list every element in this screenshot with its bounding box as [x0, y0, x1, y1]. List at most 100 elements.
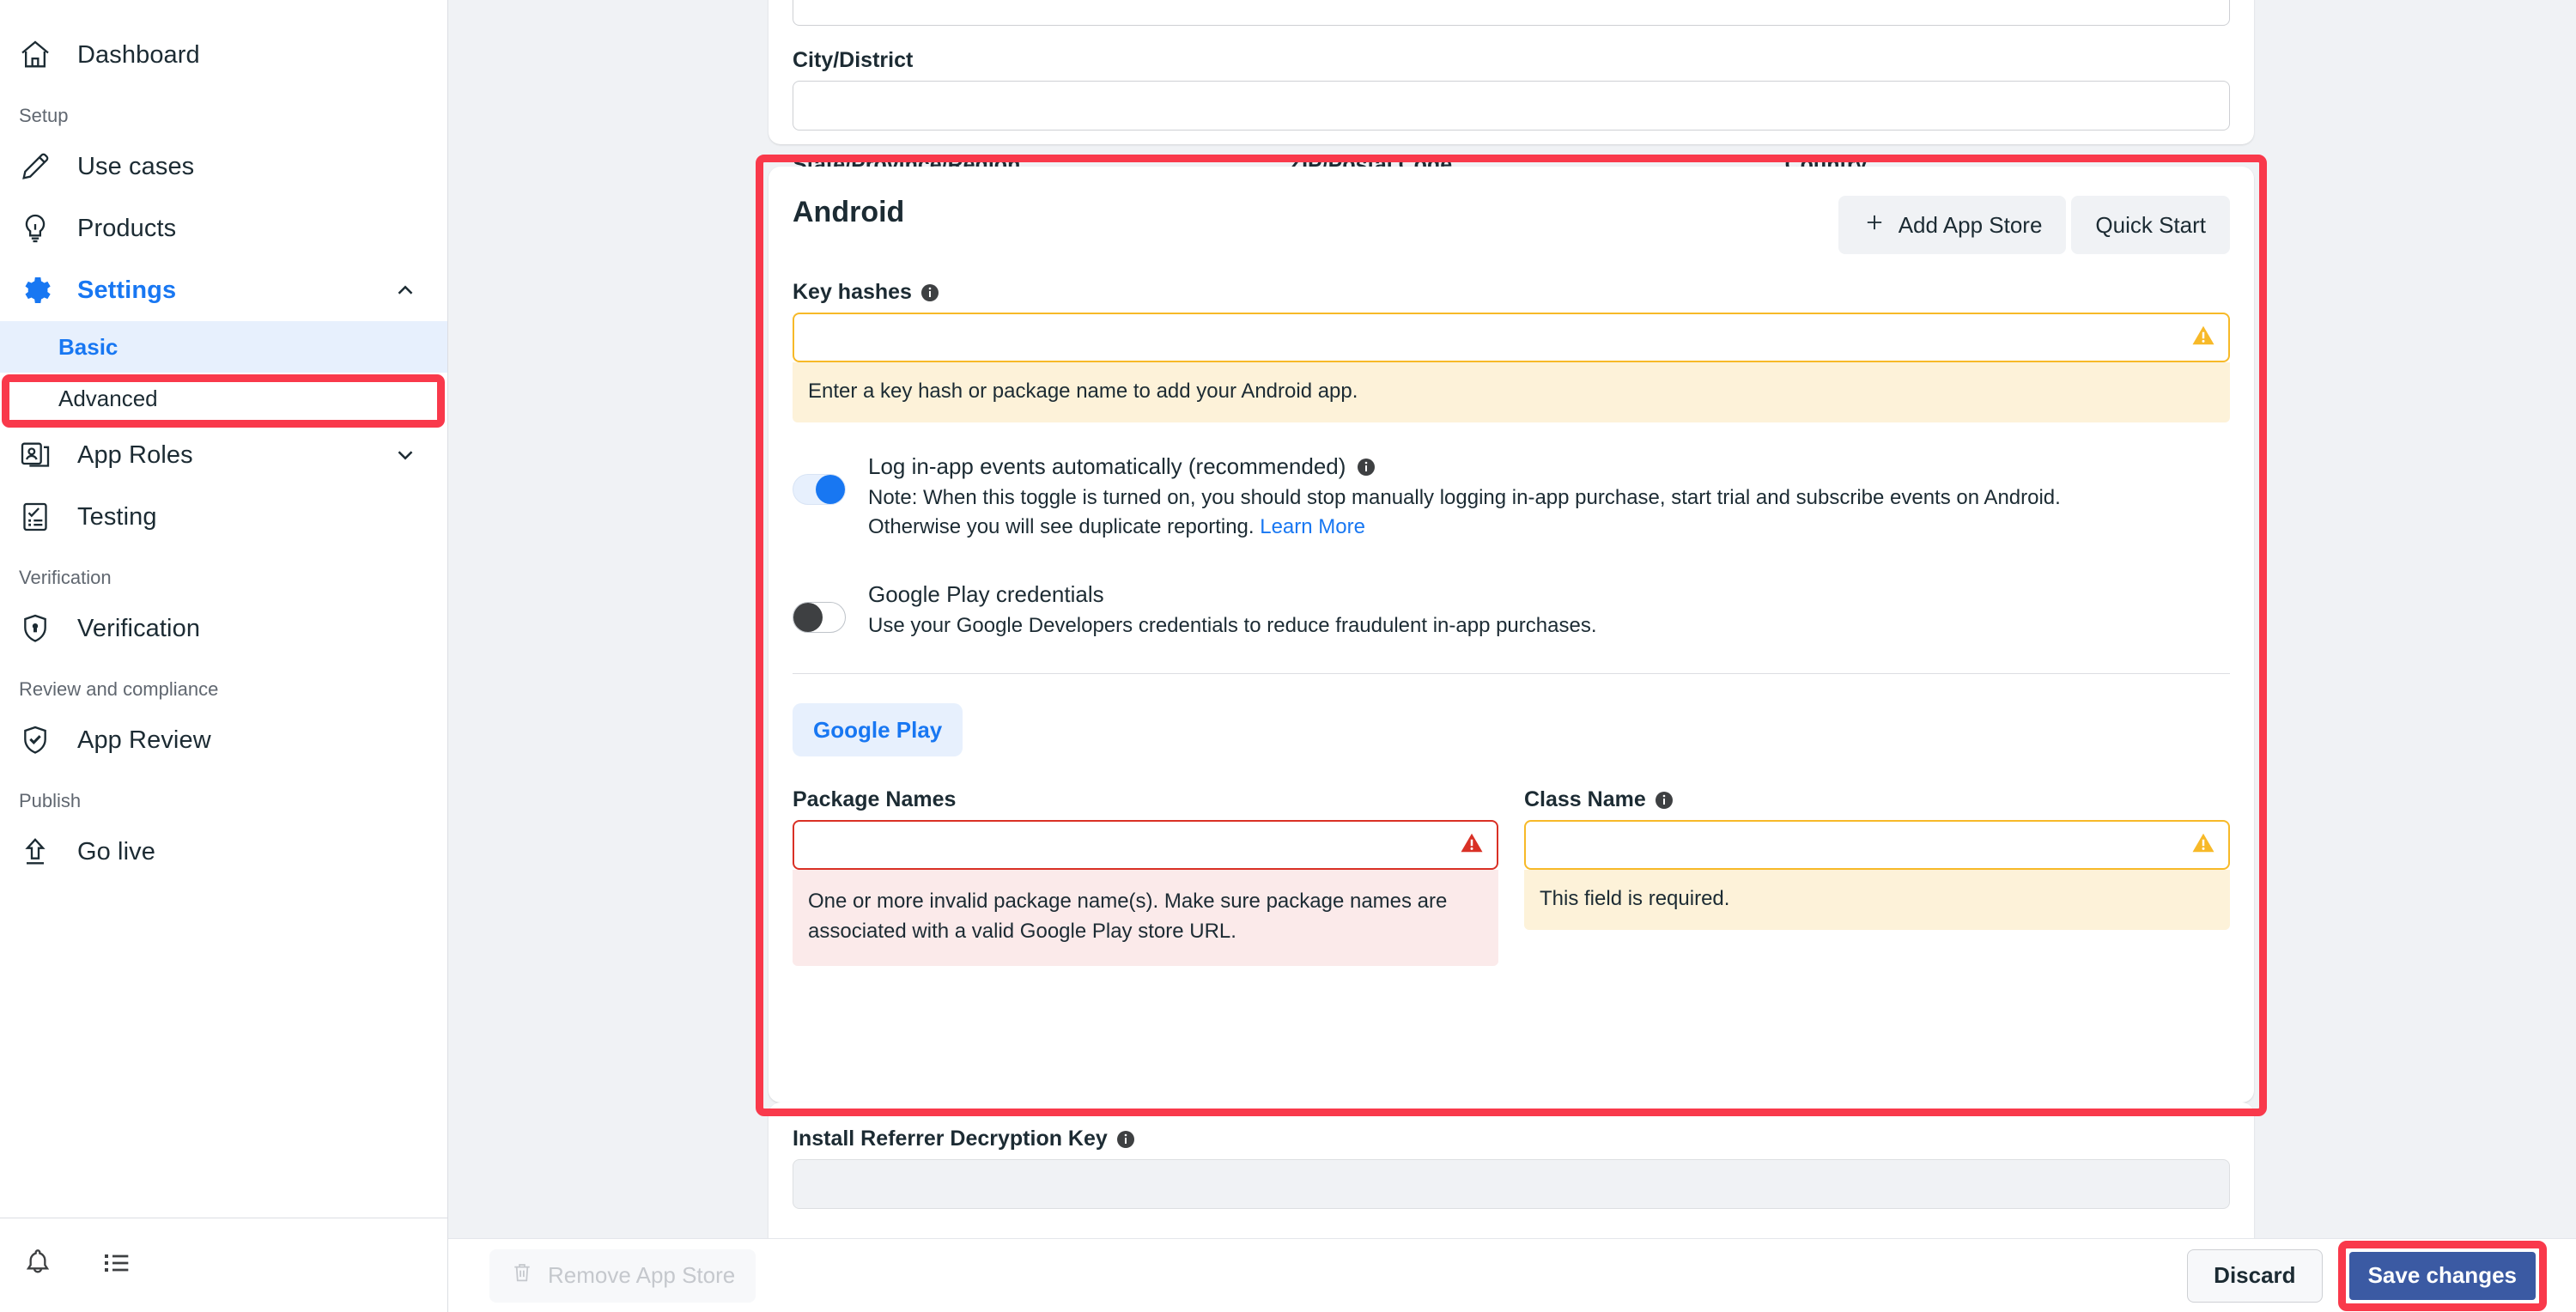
google-play-credentials-toggle[interactable]	[793, 602, 846, 634]
sidebar-item-settings[interactable]: Settings	[0, 259, 447, 321]
save-changes-button[interactable]: Save changes	[2348, 1251, 2536, 1300]
class-name-input[interactable]	[1524, 820, 2230, 871]
pencil-icon	[15, 147, 55, 186]
upload-icon	[15, 832, 55, 872]
info-icon[interactable]	[920, 282, 940, 303]
package-names-input[interactable]	[793, 820, 1498, 871]
sidebar-item-label: Go live	[77, 837, 155, 866]
remove-app-store-button: Remove App Store	[489, 1248, 756, 1303]
class-name-column: Class Name This field is required.	[1524, 787, 2230, 966]
info-icon[interactable]	[1115, 1129, 1136, 1150]
sidebar-item-app-roles[interactable]: App Roles	[0, 424, 447, 486]
sidebar-item-app-review[interactable]: App Review	[0, 709, 447, 771]
log-in-app-events-description: Note: When this toggle is turned on, you…	[868, 483, 2156, 542]
sidebar-item-label: App Roles	[77, 440, 193, 469]
google-play-credentials-title: Google Play credentials	[868, 581, 2230, 608]
google-play-credentials-description: Use your Google Developers credentials t…	[868, 614, 1597, 638]
sidebar-item-label: App Review	[77, 726, 211, 754]
sidebar-item-label: Use cases	[77, 152, 195, 180]
save-button-wrap: Save changes	[2337, 1240, 2547, 1311]
store-section: Google Play Package Names One or more in…	[769, 674, 2254, 966]
toggle-description-text: Note: When this toggle is turned on, you…	[868, 486, 2061, 539]
street-address-input[interactable]	[793, 0, 2230, 26]
sidebar-footer	[0, 1218, 447, 1312]
package-names-field-wrap	[793, 820, 1498, 871]
store-tab-google-play[interactable]: Google Play	[793, 703, 963, 757]
add-app-store-button[interactable]: Add App Store	[1838, 196, 2067, 254]
key-hashes-label-text: Key hashes	[793, 280, 912, 304]
class-name-field-wrap	[1524, 820, 2230, 871]
sidebar-group-title-setup: Setup	[19, 105, 69, 126]
error-icon	[1459, 830, 1485, 860]
android-toggles: Log in-app events automatically (recomme…	[769, 422, 2254, 675]
sidebar-item-testing[interactable]: Testing	[0, 486, 447, 548]
sidebar: Dashboard Setup Use cases Products Setti…	[0, 0, 448, 1312]
sidebar-item-advanced[interactable]: Advanced	[0, 373, 447, 424]
sidebar-item-label: Settings	[77, 276, 177, 304]
install-referrer-label: Install Referrer Decryption Key	[793, 1127, 2230, 1151]
key-hashes-field-wrap	[793, 313, 2230, 362]
toggle-title-text: Log in-app events automatically (recomme…	[868, 453, 1346, 479]
list-icon[interactable]	[100, 1246, 134, 1285]
log-in-app-events-title: Log in-app events automatically (recomme…	[868, 453, 2230, 480]
toggle-title-text: Google Play credentials	[868, 581, 1104, 608]
android-card-header: Android Add App Store Quick Start	[769, 167, 2254, 254]
main-content: City/District State/Province/Region ZIP/…	[448, 0, 2576, 1312]
sidebar-nav: Dashboard Setup Use cases Products Setti…	[0, 0, 447, 883]
shield-check-icon	[15, 720, 55, 760]
sidebar-item-label: Dashboard	[77, 40, 200, 69]
sidebar-subitem-label: Basic	[58, 333, 118, 360]
quick-start-label: Quick Start	[2095, 211, 2206, 238]
install-referrer-label-text: Install Referrer Decryption Key	[793, 1127, 1108, 1151]
plus-icon	[1862, 210, 1886, 240]
key-hashes-section: Key hashes Enter a key hash or package n…	[769, 254, 2254, 422]
toggle-row-log-in-app-events: Log in-app events automatically (recomme…	[793, 445, 2230, 542]
chevron-up-icon[interactable]	[392, 277, 418, 303]
sidebar-group-title-publish: Publish	[19, 790, 82, 811]
lightbulb-icon	[15, 209, 55, 248]
info-icon[interactable]	[1356, 457, 1376, 477]
sidebar-item-products[interactable]: Products	[0, 197, 447, 259]
discard-button[interactable]: Discard	[2187, 1248, 2323, 1303]
testing-icon	[15, 497, 55, 537]
sidebar-item-dashboard[interactable]: Dashboard	[0, 24, 447, 86]
sidebar-item-label: Products	[77, 214, 177, 242]
add-app-store-label: Add App Store	[1898, 211, 2043, 238]
sidebar-item-go-live[interactable]: Go live	[0, 821, 447, 883]
android-header-actions: Add App Store Quick Start	[1838, 196, 2230, 254]
sidebar-group-title-verification: Verification	[19, 567, 112, 588]
info-icon[interactable]	[1654, 790, 1674, 811]
shield-lock-icon	[15, 609, 55, 648]
package-names-column: Package Names One or more invalid packag…	[793, 787, 1498, 966]
class-name-label-text: Class Name	[1524, 787, 1646, 812]
key-hashes-help-text: Enter a key hash or package name to add …	[793, 362, 2230, 422]
home-icon	[15, 35, 55, 75]
sidebar-item-label: Testing	[77, 502, 157, 531]
sidebar-item-label: Verification	[77, 614, 201, 642]
toggle-knob	[793, 603, 823, 633]
learn-more-link[interactable]: Learn More	[1260, 515, 1365, 538]
key-hashes-label: Key hashes	[793, 280, 2230, 305]
chevron-down-icon[interactable]	[392, 442, 418, 468]
class-name-warning-text: This field is required.	[1524, 870, 2230, 931]
gear-icon	[15, 270, 55, 310]
sidebar-item-use-cases[interactable]: Use cases	[0, 136, 447, 197]
install-referrer-input[interactable]	[793, 1159, 2230, 1209]
toggle-row-google-play-credentials: Google Play credentials Use your Google …	[793, 573, 2230, 641]
bell-icon[interactable]	[21, 1246, 55, 1285]
quick-start-button[interactable]: Quick Start	[2071, 196, 2230, 254]
bottom-bar-actions: Discard Save changes	[2187, 1240, 2547, 1311]
address-card: City/District State/Province/Region ZIP/…	[769, 0, 2254, 235]
warning-icon	[2190, 830, 2216, 860]
app-roles-icon	[15, 435, 55, 475]
log-in-app-events-toggle[interactable]	[793, 474, 846, 505]
remove-app-store-label: Remove App Store	[548, 1262, 736, 1288]
city-label: City/District	[793, 48, 914, 72]
toggle-knob	[816, 475, 845, 504]
sidebar-item-basic[interactable]: Basic	[0, 321, 447, 373]
package-fields-grid: Package Names One or more invalid packag…	[793, 787, 2230, 966]
city-input[interactable]	[793, 81, 2230, 131]
sidebar-item-verification[interactable]: Verification	[0, 598, 447, 659]
key-hashes-input[interactable]	[793, 313, 2230, 362]
bottom-action-bar: Remove App Store Discard Save changes	[448, 1238, 2576, 1312]
